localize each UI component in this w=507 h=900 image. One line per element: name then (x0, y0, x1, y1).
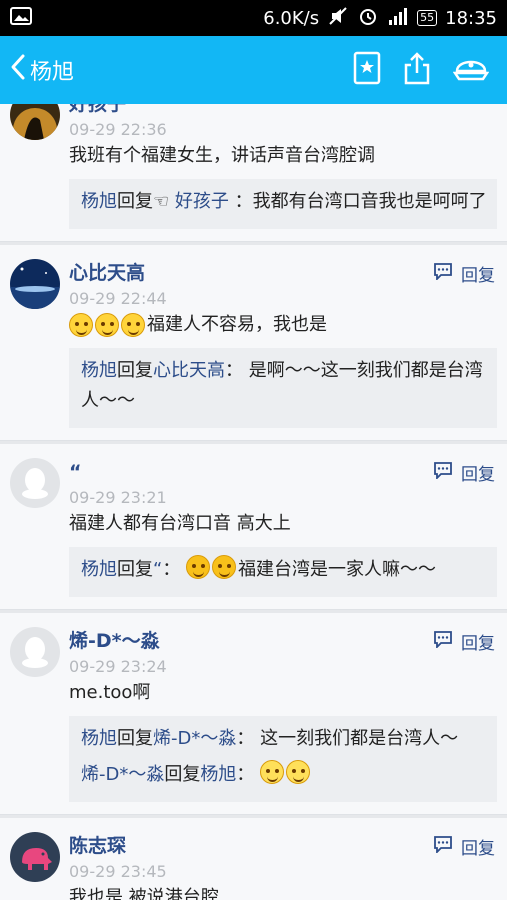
comment-bubble-icon (433, 461, 453, 484)
reply-box: 杨旭回复烯-D*～淼： 这一刻我们都是台湾人～ 烯-D*～淼回复杨旭： (69, 716, 497, 802)
chevron-left-icon (10, 53, 26, 87)
comment-item: 陈志琛 回复 09-29 23:45 我也是 被说港台腔 (0, 815, 507, 900)
reply-colon: ： (236, 728, 255, 749)
username[interactable]: 好孩子 (69, 104, 497, 118)
comment-text: 我也是 被说港台腔 (69, 887, 219, 900)
crying-emoji-icon (69, 313, 93, 337)
crying-emoji-icon (121, 313, 145, 337)
reply-box: 杨旭回复☜ 好孩子 ：我都有台湾口音我也是呵呵了 (69, 179, 497, 229)
reply-verb: 回复 (117, 360, 153, 381)
reply-item: 杨旭回复心比天高： 是啊～～这一刻我们都是台湾人～～ (81, 356, 487, 416)
eye-roll-emoji-icon (260, 760, 285, 784)
reply-from[interactable]: 杨旭 (81, 360, 117, 381)
comment-bubble-icon (433, 630, 453, 653)
reply-item: 杨旭回复“： 福建台湾是一家人嘛～～ (81, 555, 487, 585)
reply-to[interactable]: 杨旭 (200, 764, 236, 785)
reply-text: 福建台湾是一家人嘛～～ (238, 559, 437, 580)
timestamp: 09-29 23:21 (69, 488, 167, 507)
reply-verb: 回复 (117, 191, 153, 212)
reply-button[interactable]: 回复 (433, 629, 495, 654)
reply-from[interactable]: 杨旭 (81, 191, 117, 212)
reply-from[interactable]: 杨旭 (81, 559, 117, 580)
avatar[interactable] (10, 104, 60, 140)
reply-verb: 回复 (117, 728, 153, 749)
reply-box: 杨旭回复心比天高： 是啊～～这一刻我们都是台湾人～～ (69, 348, 497, 428)
reply-text: 这一刻我们都是台湾人～ (260, 728, 459, 749)
crying-emoji-icon (95, 313, 119, 337)
battery-indicator: 55 (417, 10, 438, 26)
nav-bar: 杨旭 (0, 36, 507, 104)
reply-colon: ： (234, 191, 253, 212)
reply-button[interactable]: 回复 (433, 834, 495, 859)
reply-to[interactable]: 烯-D*～淼 (153, 728, 236, 749)
reply-button[interactable]: 回复 (433, 460, 495, 485)
comment-feed[interactable]: 好孩子 09-29 22:36 我班有个福建女生，讲话声音台湾腔调 杨旭回复☜ … (0, 104, 507, 900)
comment-item: 心比天高 回复 09-29 22:44 福建人不容易，我也是 杨旭回复心比天高：… (0, 242, 507, 441)
profile-cap-icon[interactable] (452, 51, 490, 89)
grinning-emoji-icon (212, 555, 237, 579)
timestamp: 09-29 22:36 (69, 120, 167, 139)
back-label: 杨旭 (30, 60, 75, 85)
back-button[interactable]: 杨旭 (10, 53, 74, 87)
bookmark-icon[interactable] (353, 51, 381, 89)
avatar[interactable] (10, 259, 60, 309)
signal-icon (387, 6, 409, 31)
reply-from[interactable]: 烯-D*～淼 (81, 764, 164, 785)
reply-button-label: 回复 (461, 465, 495, 485)
eye-roll-emoji-icon (286, 760, 311, 784)
timestamp: 09-29 23:45 (69, 862, 167, 881)
comment-item: “ 回复 09-29 23:21 福建人都有台湾口音 高大上 杨旭回复“： 福建… (0, 441, 507, 610)
reply-verb: 回复 (164, 764, 201, 785)
reply-button-label: 回复 (461, 266, 495, 286)
comment-text: 我班有个福建女生，讲话声音台湾腔调 (69, 145, 375, 166)
timestamp: 09-29 22:44 (69, 289, 167, 308)
reply-to[interactable]: 心比天高 (153, 360, 225, 381)
reply-item: 烯-D*～淼回复杨旭： (81, 760, 487, 790)
grinning-emoji-icon (186, 555, 211, 579)
reply-box: 杨旭回复“： 福建台湾是一家人嘛～～ (69, 547, 497, 597)
avatar[interactable] (10, 832, 60, 882)
reply-item: 杨旭回复烯-D*～淼： 这一刻我们都是台湾人～ (81, 724, 487, 754)
reply-item: 杨旭回复☜ 好孩子 ：我都有台湾口音我也是呵呵了 (81, 187, 487, 217)
reply-verb: 回复 (117, 559, 153, 580)
avatar[interactable] (10, 627, 60, 677)
comment-text: me.too啊 (69, 682, 151, 703)
network-speed: 6.0K/s (263, 7, 320, 29)
comment-item: 好孩子 09-29 22:36 我班有个福建女生，讲话声音台湾腔调 杨旭回复☜ … (0, 104, 507, 242)
avatar[interactable] (10, 458, 60, 508)
status-bar: 6.0K/s 55 18:35 (0, 0, 507, 36)
reply-colon: ： (162, 559, 181, 580)
gallery-icon (10, 6, 32, 30)
mute-icon (327, 6, 349, 31)
reply-colon: ： (236, 764, 255, 785)
reply-button[interactable]: 回复 (433, 261, 495, 286)
reply-button-label: 回复 (461, 839, 495, 859)
alarm-icon (357, 6, 379, 31)
clock: 18:35 (445, 7, 497, 29)
reply-colon: ： (225, 360, 243, 381)
comment-text: 福建人不容易，我也是 (147, 314, 327, 335)
comment-text-row: 福建人不容易，我也是 (69, 312, 497, 338)
reply-to[interactable]: 好孩子 (175, 191, 229, 212)
comment-text: 福建人都有台湾口音 高大上 (69, 513, 291, 534)
timestamp: 09-29 23:24 (69, 657, 167, 676)
reply-text: 我都有台湾口音我也是呵呵了 (252, 191, 487, 212)
comment-item: 烯-D*～淼 回复 09-29 23:24 me.too啊 杨旭回复烯-D*～淼… (0, 610, 507, 815)
share-icon[interactable] (403, 51, 431, 89)
reply-from[interactable]: 杨旭 (81, 728, 117, 749)
reply-button-label: 回复 (461, 634, 495, 654)
reply-to[interactable]: “ (153, 559, 162, 580)
comment-bubble-icon (433, 835, 453, 858)
pointing-hand-icon: ☜ (153, 191, 170, 212)
comment-bubble-icon (433, 262, 453, 285)
